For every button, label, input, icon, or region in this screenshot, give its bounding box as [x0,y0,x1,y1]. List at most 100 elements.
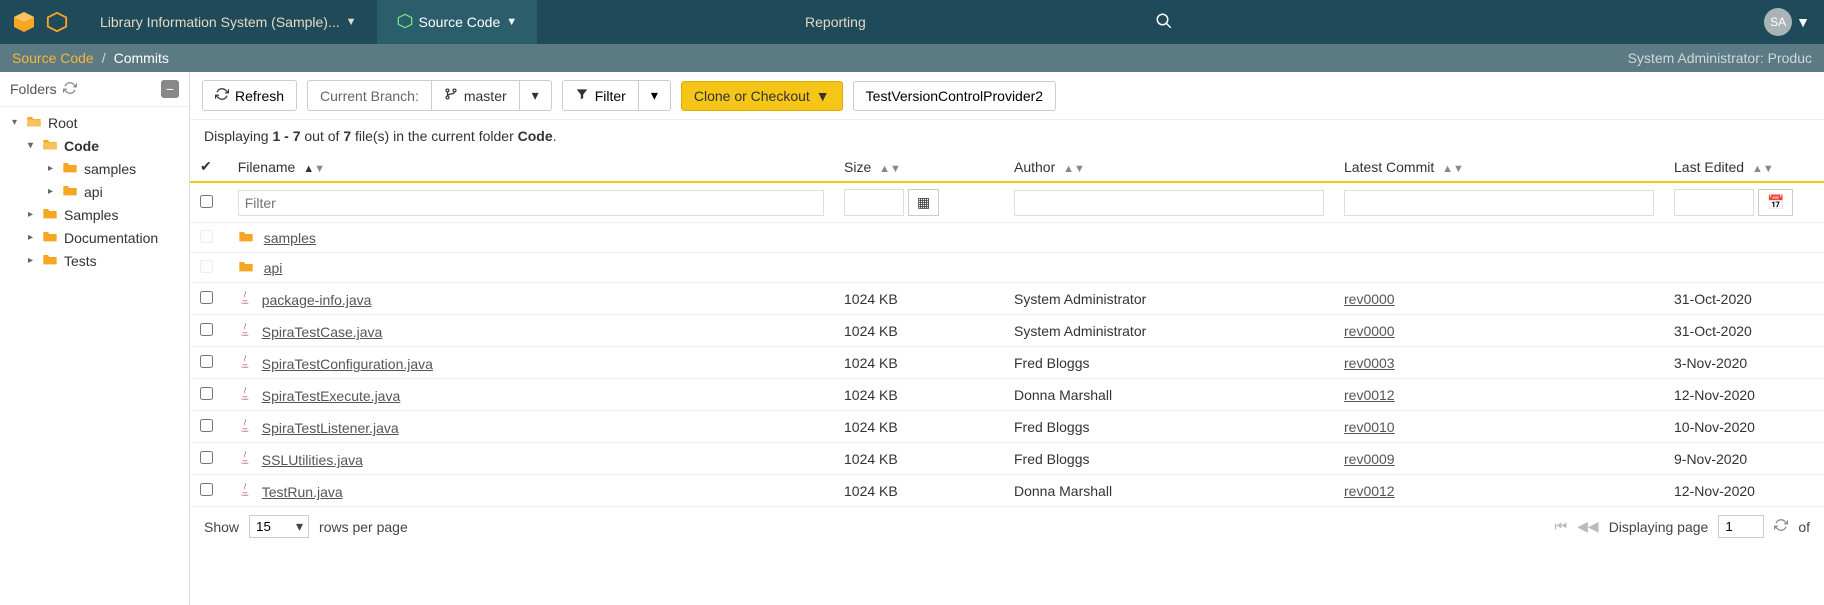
sidebar-title: Folders [10,81,57,97]
tree-node[interactable]: ▸Samples [0,203,189,226]
refresh-folders-icon[interactable] [63,81,77,98]
sort-icon: ▲▼ [303,163,325,175]
rows-per-page-select[interactable] [249,515,309,538]
file-link[interactable]: SpiraTestExecute.java [262,388,401,404]
commit-link[interactable]: rev0010 [1344,419,1395,435]
summary-range: 1 - 7 [272,128,300,144]
nav-source-code[interactable]: Source Code ▼ [377,0,538,44]
folder-link[interactable]: samples [264,230,316,246]
row-checkbox[interactable] [200,323,213,336]
file-link[interactable]: SpiraTestListener.java [262,420,399,436]
cell-size: 1024 KB [834,283,1004,315]
row-checkbox[interactable] [200,291,213,304]
clone-label: Clone or Checkout [694,88,810,104]
date-picker-button[interactable]: 📅 [1758,189,1793,216]
commit-link[interactable]: rev0003 [1344,355,1395,371]
hex-outline-icon [46,11,68,33]
refresh-page-button[interactable] [1774,518,1788,535]
workspace-dropdown[interactable]: Library Information System (Sample)... ▼ [80,0,377,44]
search-icon [1155,12,1173,33]
caret-down-icon: ▼ [1796,14,1810,30]
page-number-input[interactable] [1718,515,1764,538]
global-search-button[interactable] [1134,0,1194,44]
expand-arrow-icon: ▸ [48,186,60,197]
branch-button[interactable]: master [432,80,520,111]
collapse-sidebar-button[interactable]: − [161,80,179,98]
folder-tree: ▾Root▾Code▸samples▸api▸Samples▸Documenta… [0,107,189,276]
header-edited[interactable]: Last Edited ▲▼ [1664,152,1824,182]
tree-node[interactable]: ▸samples [0,157,189,180]
file-link[interactable]: SpiraTestConfiguration.java [262,356,433,372]
table-header-row: ✔ Filename ▲▼ Size ▲▼ Author ▲▼ [190,152,1824,182]
commit-link[interactable]: rev0009 [1344,451,1395,467]
file-table-wrap: ✔ Filename ▲▼ Size ▲▼ Author ▲▼ [190,152,1824,507]
select-all-checkbox[interactable] [200,195,213,208]
row-checkbox[interactable] [200,355,213,368]
row-checkbox[interactable] [200,483,213,496]
breadcrumb-sep: / [102,50,106,66]
header-filename[interactable]: Filename ▲▼ [228,152,834,182]
folder-icon [238,260,254,276]
tree-node[interactable]: ▸api [0,180,189,203]
file-link[interactable]: TestRun.java [262,484,343,500]
file-link[interactable]: package-info.java [262,292,372,308]
row-checkbox[interactable] [200,387,213,400]
provider-button[interactable]: TestVersionControlProvider2 [853,81,1056,111]
folder-link[interactable]: api [264,260,283,276]
toolbar: Refresh Current Branch: master ▾ [190,72,1824,120]
first-page-button[interactable]: ⏮ [1555,518,1568,535]
expand-arrow-icon: ▸ [28,255,40,266]
commit-link[interactable]: rev0012 [1344,387,1395,403]
row-checkbox[interactable] [200,419,213,432]
commit-link[interactable]: rev0000 [1344,291,1395,307]
header-size-label: Size [844,159,871,175]
row-checkbox[interactable] [200,451,213,464]
commit-link[interactable]: rev0012 [1344,483,1395,499]
header-commit-label: Latest Commit [1344,159,1434,175]
commit-filter-input[interactable] [1344,190,1654,216]
user-menu[interactable]: SA ▼ [1750,0,1824,44]
breadcrumb-root[interactable]: Source Code [12,50,94,66]
file-link[interactable]: SSLUtilities.java [262,452,363,468]
branch-dropdown-toggle[interactable]: ▾ [520,80,552,111]
tree-node[interactable]: ▾Root [0,111,189,134]
header-size[interactable]: Size ▲▼ [834,152,1004,182]
folder-icon [238,230,254,246]
branch-name: master [464,88,507,104]
header-author[interactable]: Author ▲▼ [1004,152,1334,182]
top-nav: Library Information System (Sample)... ▼… [0,0,1824,44]
edited-filter-input[interactable] [1674,189,1754,216]
filename-filter-input[interactable] [238,190,824,216]
breadcrumb-right-text: System Administrator: Produc [1628,50,1812,66]
show-label: Show [204,519,239,535]
header-commit[interactable]: Latest Commit ▲▼ [1334,152,1664,182]
row-checkbox [200,230,213,243]
refresh-button[interactable]: Refresh [202,80,297,111]
nav-reporting-label: Reporting [805,14,866,30]
nav-reporting[interactable]: Reporting [537,0,1134,44]
java-file-icon [238,292,252,308]
size-calc-button[interactable]: ▦ [908,189,939,216]
tree-node-label: Tests [64,253,97,269]
clone-checkout-button[interactable]: Clone or Checkout ▼ [681,81,843,111]
cell-author: System Administrator [1004,315,1334,347]
tree-node[interactable]: ▸ Tests [0,249,189,272]
commit-link[interactable]: rev0000 [1344,323,1395,339]
summary-mid: out of [301,128,344,144]
java-file-icon [238,452,252,468]
filter-dropdown-toggle[interactable]: ▾ [639,80,671,111]
author-filter-input[interactable] [1014,190,1324,216]
prev-page-button[interactable]: ◀◀ [1577,518,1599,535]
folder-icon [42,252,58,269]
tree-node[interactable]: ▸Documentation [0,226,189,249]
table-row: SpiraTestListener.java1024 KBFred Bloggs… [190,411,1824,443]
size-filter-input[interactable] [844,189,904,216]
nav-source-code-label: Source Code [419,14,501,30]
chevron-down-icon: ▾ [532,87,539,104]
logo-area [0,0,80,44]
row-checkbox [200,260,213,273]
file-link[interactable]: SpiraTestCase.java [262,324,383,340]
summary-total: 7 [343,128,351,144]
filter-button[interactable]: Filter [562,80,639,111]
tree-node[interactable]: ▾Code [0,134,189,157]
